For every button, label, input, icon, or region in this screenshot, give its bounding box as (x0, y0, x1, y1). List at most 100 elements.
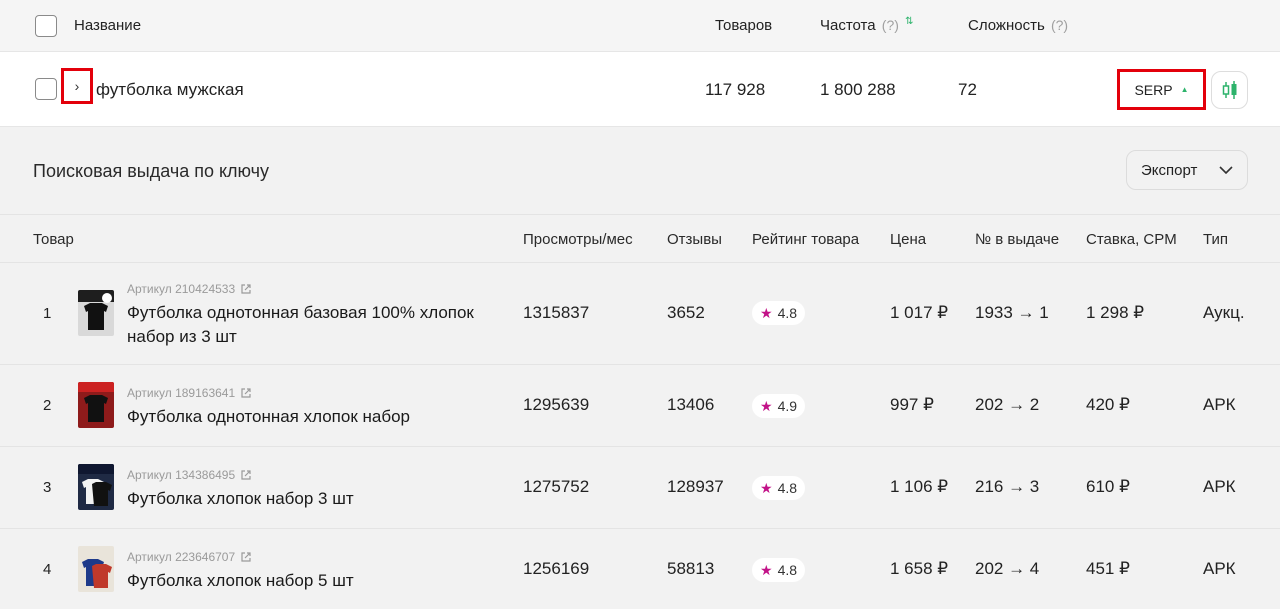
table-row[interactable]: 4 Артикул 223646707 Футболка хлопок набо… (0, 529, 1280, 609)
external-link-icon[interactable] (240, 387, 252, 399)
product-name[interactable]: Футболка однотонная базовая 100% хлопок … (127, 301, 507, 349)
product-sku[interactable]: Артикул 223646707 (127, 550, 252, 564)
column-name[interactable]: Название (74, 17, 141, 34)
keyword-products: 117 928 (705, 80, 766, 99)
candlestick-chart-icon (1222, 81, 1236, 99)
position-value: 202 → 4 (975, 559, 1040, 578)
serp-table-header: Товар Просмотры/мес Отзывы Рейтинг товар… (0, 214, 1280, 263)
serp-title: Поисковая выдача по ключу (33, 161, 270, 181)
product-thumbnail[interactable] (78, 546, 114, 592)
serp-button[interactable]: SERP ▲ (1117, 69, 1206, 110)
type-value: АРК (1203, 395, 1236, 414)
product-name[interactable]: Футболка хлопок набор 3 шт (127, 487, 507, 511)
column-product[interactable]: Товар (33, 231, 74, 248)
table-row[interactable]: 3 Артикул 134386495 Футболка хлопок набо… (0, 447, 1280, 529)
rating-value: 4.8 (777, 480, 798, 496)
external-link-icon[interactable] (240, 283, 252, 295)
bid-value: 1 298 ₽ (1086, 303, 1145, 322)
select-all-checkbox[interactable] (35, 15, 57, 37)
product-thumbnail[interactable] (78, 382, 114, 428)
position-value: 1933 → 1 (975, 303, 1049, 322)
row-number: 2 (43, 397, 52, 414)
reviews-value: 128937 (667, 477, 724, 496)
candlestick-chart-button[interactable] (1211, 71, 1248, 109)
rating-value: 4.8 (777, 562, 798, 578)
rating-value: 4.9 (777, 398, 798, 414)
keyword-difficulty: 72 (958, 80, 977, 99)
table-row[interactable]: 2 Артикул 189163641 Футболка однотонная … (0, 365, 1280, 447)
type-value: АРК (1203, 477, 1236, 496)
rating-badge: ★ 4.8 (752, 476, 806, 500)
type-value: Аукц. (1203, 303, 1245, 322)
star-icon: ★ (760, 397, 773, 414)
product-thumbnail[interactable] (78, 464, 114, 510)
rating-value: 4.8 (777, 305, 798, 321)
help-icon[interactable]: (?) (882, 17, 899, 33)
rating-badge: ★ 4.8 (752, 301, 806, 325)
external-link-icon[interactable] (240, 469, 252, 481)
serp-label: SERP (1134, 81, 1173, 98)
keyword-checkbox[interactable] (35, 78, 57, 100)
product-name[interactable]: Футболка однотонная хлопок набор (127, 405, 507, 429)
column-frequency[interactable]: Частота (?) ⇅ (820, 16, 913, 34)
export-dropdown[interactable]: Экспорт (1126, 150, 1248, 190)
reviews-value: 58813 (667, 559, 715, 578)
serp-panel: Поисковая выдача по ключу Экспорт Товар … (0, 127, 1280, 609)
column-type[interactable]: Тип (1203, 231, 1228, 248)
star-icon: ★ (760, 561, 773, 578)
price-value: 997 ₽ (890, 395, 934, 414)
star-icon: ★ (760, 479, 773, 496)
reviews-value: 3652 (667, 303, 705, 322)
column-difficulty-label: Сложность (968, 17, 1045, 34)
reviews-value: 13406 (667, 395, 715, 414)
caret-up-icon: ▲ (1180, 85, 1189, 94)
expand-chevron-icon[interactable]: › (61, 68, 93, 104)
column-bid[interactable]: Ставка, CPM (1086, 231, 1177, 248)
column-rating[interactable]: Рейтинг товара (752, 231, 859, 248)
keyword-text: футболка мужская (96, 80, 244, 99)
product-sku[interactable]: Артикул 134386495 (127, 468, 252, 482)
rating-badge: ★ 4.9 (752, 394, 806, 418)
keyword-row[interactable]: › футболка мужская 117 928 1 800 288 72 … (0, 52, 1280, 127)
column-position[interactable]: № в выдаче (975, 231, 1059, 248)
column-frequency-label: Частота (820, 17, 876, 34)
column-difficulty[interactable]: Сложность (?) (968, 17, 1068, 34)
product-thumbnail[interactable] (78, 290, 114, 336)
sort-icon[interactable]: ⇅ (905, 16, 913, 27)
table-row[interactable]: 1 Артикул 210424533 Футболка однотонная … (0, 263, 1280, 365)
price-value: 1 017 ₽ (890, 303, 949, 322)
views-value: 1295639 (523, 395, 590, 414)
sku-text: Артикул 134386495 (127, 468, 236, 482)
column-price[interactable]: Цена (890, 231, 926, 248)
rating-badge: ★ 4.8 (752, 558, 806, 582)
sku-text: Артикул 210424533 (127, 282, 236, 296)
views-value: 1275752 (523, 477, 590, 496)
price-value: 1 658 ₽ (890, 559, 949, 578)
row-number: 4 (43, 561, 52, 578)
type-value: АРК (1203, 559, 1236, 578)
star-icon: ★ (760, 304, 773, 321)
row-number: 3 (43, 479, 52, 496)
keywords-table-header: Название Товаров Частота (?) ⇅ Сложность… (0, 0, 1280, 52)
column-reviews[interactable]: Отзывы (667, 231, 722, 248)
row-number: 1 (43, 305, 52, 322)
export-label: Экспорт (1141, 161, 1198, 179)
views-value: 1256169 (523, 559, 590, 578)
help-icon[interactable]: (?) (1051, 17, 1068, 33)
product-sku[interactable]: Артикул 210424533 (127, 282, 252, 296)
column-products[interactable]: Товаров (715, 17, 772, 34)
product-name[interactable]: Футболка хлопок набор 5 шт (127, 569, 507, 593)
price-value: 1 106 ₽ (890, 477, 949, 496)
position-value: 216 → 3 (975, 477, 1040, 496)
bid-value: 451 ₽ (1086, 559, 1130, 578)
product-sku[interactable]: Артикул 189163641 (127, 386, 252, 400)
sku-text: Артикул 223646707 (127, 550, 236, 564)
position-value: 202 → 2 (975, 395, 1040, 414)
sku-text: Артикул 189163641 (127, 386, 236, 400)
bid-value: 610 ₽ (1086, 477, 1130, 496)
bid-value: 420 ₽ (1086, 395, 1130, 414)
views-value: 1315837 (523, 303, 590, 322)
column-views[interactable]: Просмотры/мес (523, 231, 633, 248)
external-link-icon[interactable] (240, 551, 252, 563)
chevron-down-icon (1219, 166, 1233, 174)
